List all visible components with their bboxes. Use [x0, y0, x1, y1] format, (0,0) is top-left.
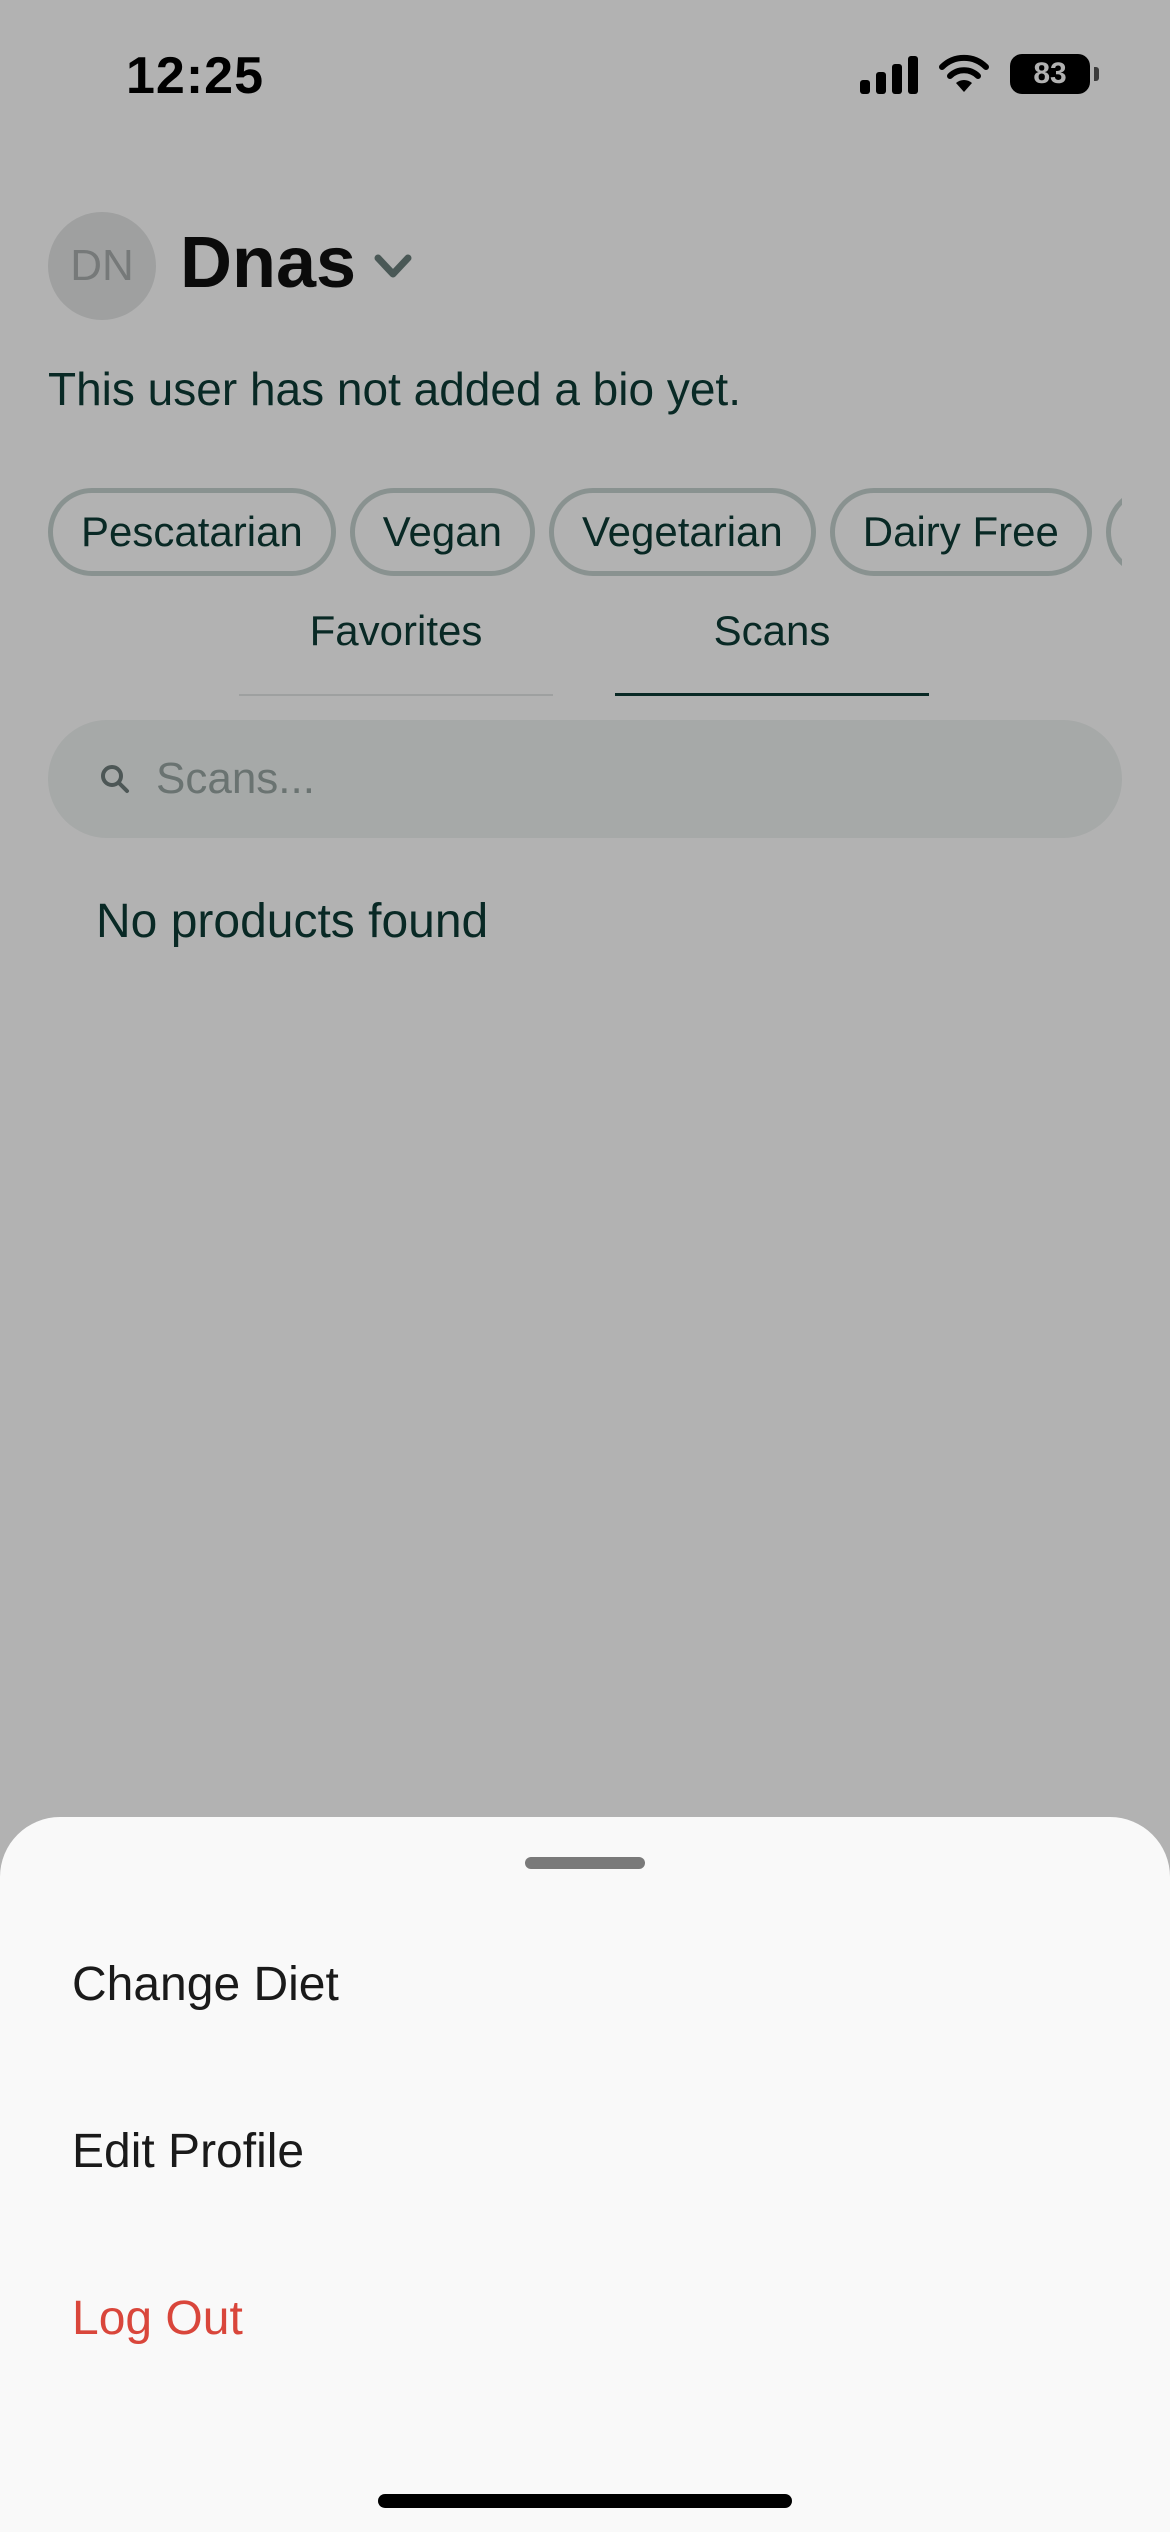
sheet-drag-handle[interactable]: [525, 1857, 645, 1869]
change-diet-button[interactable]: Change Diet: [72, 1930, 1098, 2040]
bottom-sheet: Change Diet Edit Profile Log Out: [0, 1817, 1170, 2532]
edit-profile-button[interactable]: Edit Profile: [72, 2097, 1098, 2207]
log-out-button[interactable]: Log Out: [72, 2264, 1098, 2374]
home-indicator[interactable]: [378, 2494, 792, 2508]
